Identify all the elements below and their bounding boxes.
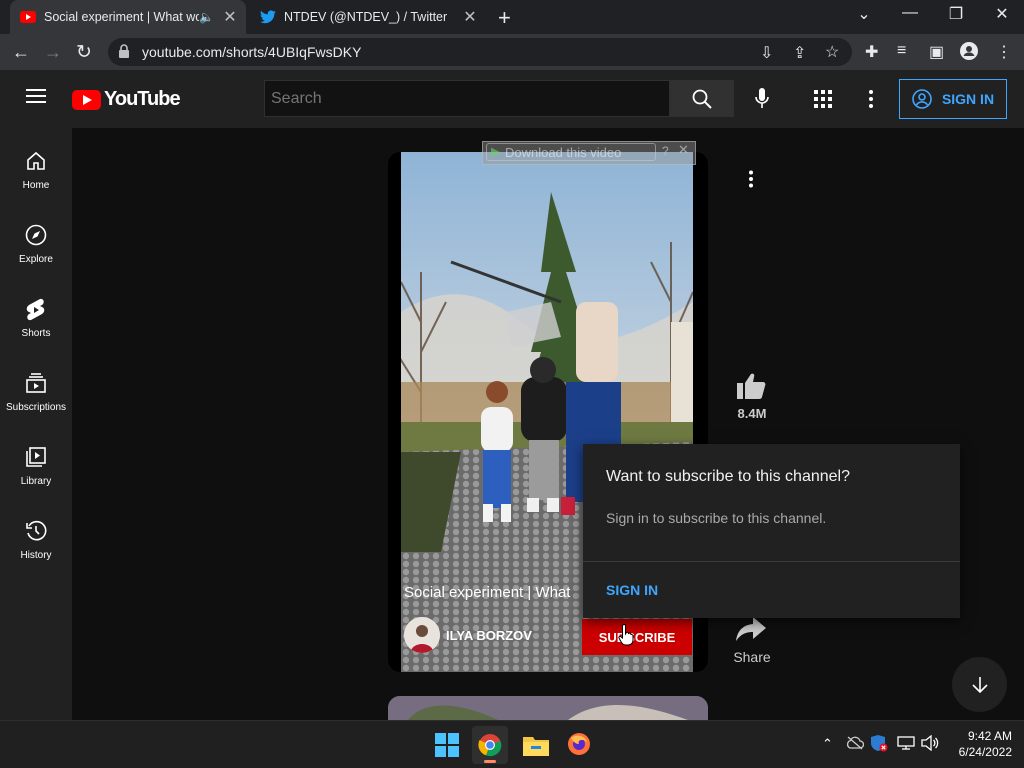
tab-twitter[interactable]: NTDEV (@NTDEV_) / Twitter ✕: [250, 0, 486, 34]
show-hidden-icons-icon[interactable]: ⌃: [822, 736, 833, 752]
bookmark-star-icon[interactable]: ☆: [825, 42, 839, 62]
popup-divider: [583, 561, 960, 562]
popup-sign-in-link[interactable]: SIGN IN: [606, 582, 658, 598]
sidebar-item-label: Subscriptions: [5, 402, 67, 413]
volume-icon[interactable]: [921, 734, 939, 756]
sidebar-item-subscriptions[interactable]: Subscriptions: [0, 352, 72, 426]
reload-icon[interactable]: ↻: [76, 41, 92, 64]
media-queue-icon[interactable]: ≡: [897, 42, 906, 60]
back-icon[interactable]: ←: [12, 42, 30, 63]
share-page-icon[interactable]: ⇪: [793, 43, 806, 63]
youtube-logo[interactable]: YouTube: [72, 88, 181, 111]
close-tab-icon[interactable]: ✕: [460, 7, 480, 27]
help-icon[interactable]: ?: [662, 144, 669, 158]
clock-date[interactable]: 6/24/2022: [948, 745, 1012, 759]
subscribe-label: SUBSCRIBE: [598, 629, 676, 645]
search-icon: [692, 89, 712, 109]
browser-menu-icon[interactable]: ⋮: [996, 42, 1012, 62]
windows-start-icon[interactable]: [435, 733, 459, 762]
sidebar-item-label: Library: [20, 476, 52, 487]
network-icon[interactable]: [897, 736, 915, 755]
sidebar-item-home[interactable]: Home: [0, 130, 72, 204]
compass-icon: [25, 224, 47, 250]
sidebar-item-shorts[interactable]: Shorts: [0, 278, 72, 352]
sidebar-item-label: Home: [22, 180, 50, 191]
microphone-icon: [755, 88, 769, 108]
channel-info[interactable]: ILYA BORZOV: [404, 617, 532, 653]
sidebar-item-label: History: [20, 550, 52, 561]
sidebar-item-label: Shorts: [21, 328, 51, 339]
tab-title: Social experiment | What wo: [44, 10, 200, 24]
share-arrow-icon: [736, 617, 766, 641]
hand-cursor-icon: [618, 623, 634, 651]
video-more-icon[interactable]: [748, 170, 754, 193]
tab-title: NTDEV (@NTDEV_) / Twitter: [284, 10, 448, 24]
install-app-icon[interactable]: ⇩: [760, 43, 773, 63]
settings-more-icon[interactable]: [868, 89, 874, 114]
close-window-icon[interactable]: ✕: [982, 4, 1022, 24]
like-button[interactable]: [736, 372, 768, 402]
subscriptions-icon: [25, 372, 47, 398]
account-icon: [912, 89, 932, 109]
speaker-icon[interactable]: 🔈: [199, 10, 214, 24]
twitter-favicon-icon: [260, 9, 276, 25]
minimize-icon[interactable]: —: [890, 4, 930, 22]
next-video-button[interactable]: [952, 657, 1007, 712]
file-explorer-icon[interactable]: [523, 734, 549, 761]
share-label: Share: [733, 649, 771, 665]
sign-in-label: SIGN IN: [941, 91, 995, 107]
sidebar-item-label: Explore: [19, 254, 53, 265]
thumbs-up-icon: [737, 373, 766, 399]
subscribe-button[interactable]: SUBSCRIBE: [582, 619, 692, 655]
avatar[interactable]: [404, 617, 440, 653]
clock-time[interactable]: 9:42 AM: [948, 729, 1012, 743]
forward-icon[interactable]: →: [44, 42, 62, 63]
video-title[interactable]: Social experiment | What: [404, 584, 582, 601]
tab-youtube[interactable]: Social experiment | What wo 🔈 ✕: [10, 0, 246, 34]
youtube-favicon-icon: [20, 9, 36, 25]
security-shield-icon[interactable]: [870, 734, 888, 757]
apps-grid-icon[interactable]: [814, 90, 832, 113]
like-count: 8.4M: [737, 406, 767, 421]
close-overlay-icon[interactable]: ✕: [678, 142, 689, 158]
voice-search-button[interactable]: [745, 86, 781, 112]
sidebar-item-library[interactable]: Library: [0, 426, 72, 500]
search-input[interactable]: [264, 80, 670, 117]
download-label: Download this video: [505, 144, 622, 160]
extensions-icon[interactable]: ✚: [865, 42, 878, 62]
new-tab-icon[interactable]: +: [498, 5, 511, 31]
firefox-icon[interactable]: [567, 732, 591, 761]
download-video-button[interactable]: ▶ Download this video: [486, 143, 656, 161]
share-button[interactable]: [736, 617, 768, 645]
lock-icon[interactable]: [118, 44, 130, 63]
popup-title: Want to subscribe to this channel?: [606, 468, 850, 485]
next-short-thumbnail[interactable]: [388, 696, 708, 720]
channel-name[interactable]: ILYA BORZOV: [446, 628, 532, 643]
close-tab-icon[interactable]: ✕: [220, 7, 240, 27]
restore-icon[interactable]: ❐: [936, 4, 976, 24]
sidebar-item-history[interactable]: History: [0, 500, 72, 574]
popup-message: Sign in to subscribe to this channel.: [606, 510, 827, 526]
library-icon: [25, 446, 47, 472]
profile-avatar-icon[interactable]: [960, 42, 978, 65]
chrome-icon: [478, 734, 502, 757]
home-icon: [25, 150, 47, 176]
hamburger-menu-icon[interactable]: [26, 88, 46, 109]
taskbar-chrome-button[interactable]: [472, 726, 508, 764]
arrow-down-icon: [971, 676, 988, 693]
url-text: youtube.com/shorts/4UBIqFwsDKY: [142, 44, 362, 60]
sidebar-item-explore[interactable]: Explore: [0, 204, 72, 278]
side-panel-icon[interactable]: ▣: [929, 42, 944, 62]
play-triangle-icon: ▶: [491, 144, 501, 159]
youtube-play-icon: [72, 89, 101, 110]
tab-search-icon[interactable]: ⌄: [844, 4, 884, 24]
search-button[interactable]: [670, 80, 734, 117]
sign-in-button[interactable]: SIGN IN: [899, 79, 1007, 119]
onedrive-icon[interactable]: [846, 736, 865, 755]
shorts-icon: [26, 298, 46, 324]
history-icon: [25, 520, 47, 546]
youtube-wordmark: YouTube: [104, 88, 181, 110]
